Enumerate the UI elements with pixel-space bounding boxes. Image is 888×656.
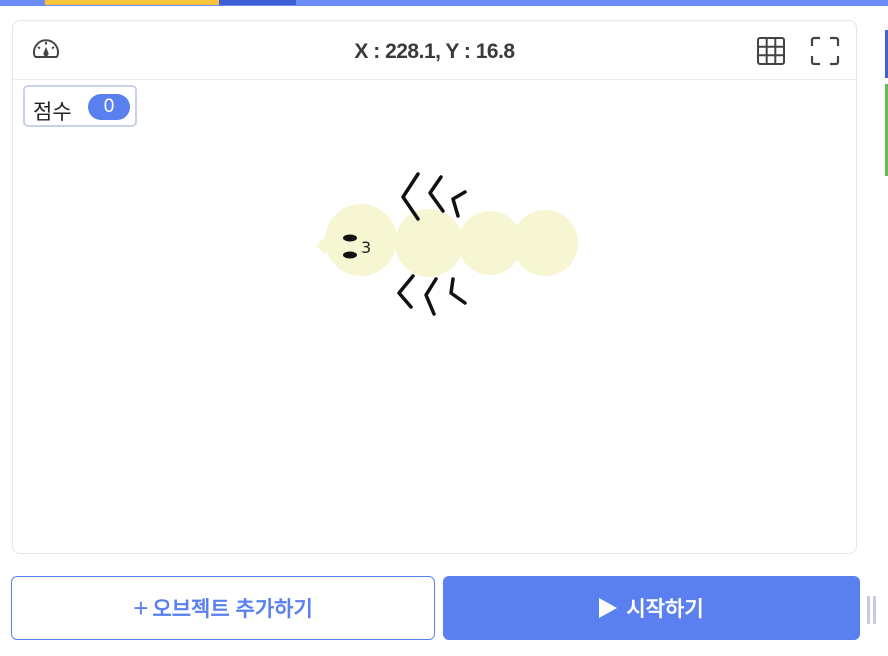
plus-icon: + [133,593,149,623]
resize-handle[interactable] [867,596,879,624]
caterpillar-eye [343,251,357,259]
resize-grip-line [867,596,870,624]
caterpillar-body-segment [458,211,522,275]
stage-header: X : 228.1, Y : 16.8 [13,21,856,80]
active-tab-indicator [45,0,219,5]
caterpillar-eye [343,234,357,242]
fullscreen-icon[interactable] [809,35,841,67]
tab-indicator [219,0,296,5]
caterpillar-mouth: 3 [361,238,371,257]
stage-panel: X : 228.1, Y : 16.8 점수 0 3 [12,20,857,554]
grid-icon[interactable] [755,35,787,67]
caterpillar-sprite[interactable]: 3 [313,159,603,324]
score-value: 0 [88,94,130,120]
caterpillar-nose [316,236,326,255]
score-label: 점수 [33,101,72,124]
start-button[interactable]: 시작하기 [443,576,860,640]
start-label: 시작하기 [626,598,704,621]
mouse-coordinates: X : 228.1, Y : 16.8 [354,40,515,63]
add-object-label: 오브젝트 추가하기 [152,598,313,621]
score-variable: 점수 0 [23,85,137,127]
top-tab-bar [0,0,888,6]
caterpillar-body-segment [395,209,463,277]
play-icon [599,598,618,618]
add-object-button[interactable]: + 오브젝트 추가하기 [11,576,435,640]
resize-grip-line [873,596,876,624]
